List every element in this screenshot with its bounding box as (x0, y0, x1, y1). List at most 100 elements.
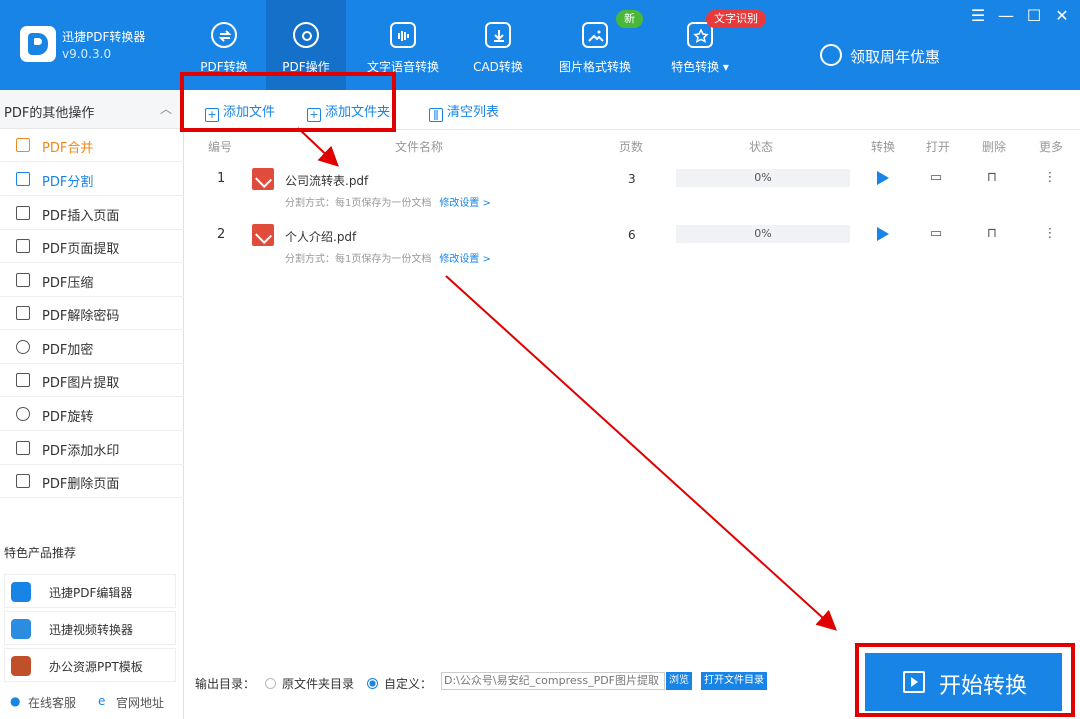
sidebar-header[interactable]: PDF的其他操作 ︿ (0, 90, 184, 129)
minimize-icon[interactable]: — (994, 6, 1018, 26)
header-convert: 转换 (871, 140, 896, 154)
convert-icon (211, 22, 237, 48)
browser-icon: e (98, 694, 106, 708)
sidebar-item-delete-page[interactable]: PDF删除页面 (0, 465, 184, 498)
play-icon (903, 671, 925, 693)
output-path-field[interactable]: D:\公众号\易安纪_compress_PDF图片提取 (441, 672, 665, 690)
insert-page-icon (16, 206, 30, 220)
original-folder-label: 原文件夹目录 (282, 677, 355, 691)
sidebar-item-rotate[interactable]: PDF旋转 (0, 398, 184, 431)
table-row[interactable]: 1 公司流转表.pdf 分割方式：每1页保存为一份文档 修改设置 > 3 0% ▭… (185, 168, 1080, 224)
trash-icon[interactable]: ⊓ (985, 171, 999, 185)
rotate-icon (16, 407, 30, 421)
sidebar-item-label: PDF压缩 (42, 276, 94, 291)
start-convert-button[interactable]: 开始转换 (865, 653, 1062, 711)
sidebar-item-label: PDF旋转 (42, 410, 94, 425)
clear-list-button[interactable]: ǁ 清空列表 (429, 101, 499, 122)
featured-label: 迅捷PDF编辑器 (49, 586, 133, 600)
cad-icon (485, 22, 511, 48)
modify-settings-link[interactable]: 修改设置 > (439, 198, 491, 209)
modify-settings-link[interactable]: 修改设置 > (439, 254, 491, 265)
watermark-icon (16, 441, 30, 455)
page-count: 6 (628, 228, 636, 242)
header-open: 打开 (926, 140, 951, 154)
status-progress: 0% (676, 225, 850, 243)
delete-page-icon (16, 474, 30, 488)
nav-label: CAD转换 (473, 60, 523, 74)
radio-original[interactable] (265, 678, 276, 689)
folder-open-icon[interactable]: ▭ (929, 227, 943, 241)
sidebar-item-label: PDF添加水印 (42, 444, 120, 459)
row-number: 2 (217, 227, 226, 242)
original-folder-option[interactable]: 原文件夹目录 (265, 675, 354, 692)
open-directory-button[interactable]: 打开文件目录 (701, 672, 767, 690)
output-directory-bar: 输出目录： 原文件夹目录 自定义： D:\公众号\易安纪_compress_PD… (185, 662, 845, 702)
app-name: 迅捷PDF转换器 (62, 30, 146, 44)
app-window: { "app": {"name": "迅捷PDF转换器", "version":… (0, 0, 1080, 719)
menu-icon[interactable]: ☰ (966, 6, 990, 26)
browse-button[interactable]: 浏览 (666, 672, 692, 690)
service-icon: ● (10, 694, 21, 708)
compress-icon (16, 273, 30, 287)
ocr-badge[interactable]: 文字识别 (706, 10, 766, 28)
header-filename: 文件名称 (395, 140, 444, 154)
maximize-icon[interactable]: ☐ (1022, 6, 1046, 26)
sidebar-item-label: PDF页面提取 (42, 242, 120, 257)
website-link[interactable]: 官网地址 (116, 694, 164, 711)
image-icon (582, 22, 608, 48)
sidebar-item-split[interactable]: PDF分割 (0, 163, 184, 196)
header-more: 更多 (1039, 140, 1064, 154)
custom-folder-label: 自定义： (384, 677, 433, 691)
table-row[interactable]: 2 个人介绍.pdf 分割方式：每1页保存为一份文档 修改设置 > 6 0% ▭ … (185, 224, 1080, 280)
featured-pdf-editor[interactable]: 迅捷PDF编辑器 (4, 574, 176, 608)
table-header: 编号 文件名称 页数 状态 转换 打开 删除 更多 (185, 130, 1080, 162)
file-name: 公司流转表.pdf (285, 174, 369, 188)
online-service-link[interactable]: 在线客服 (28, 694, 76, 711)
trash-icon[interactable]: ⊓ (985, 227, 999, 241)
play-icon[interactable] (877, 171, 889, 185)
sidebar-footer: ● 在线客服 e 官网地址 (0, 690, 184, 719)
promo-link[interactable]: 领取周年优惠 (850, 46, 940, 67)
sidebar-item-label: PDF分割 (42, 175, 94, 190)
split-method-text: 分割方式：每1页保存为一份文档 (285, 198, 432, 209)
radio-custom[interactable] (367, 678, 378, 689)
featured-ppt-templates[interactable]: 办公资源PPT模板 (4, 648, 176, 682)
sidebar-item-unlock[interactable]: PDF解除密码 (0, 297, 184, 330)
sidebar-item-compress[interactable]: PDF压缩 (0, 264, 184, 297)
file-name: 个人介绍.pdf (285, 230, 357, 244)
featured-video-converter[interactable]: 迅捷视频转换器 (4, 611, 176, 645)
close-icon[interactable]: ✕ (1050, 6, 1074, 26)
extract-page-icon (16, 239, 30, 253)
sidebar-item-image-extract[interactable]: PDF图片提取 (0, 364, 184, 397)
sidebar-item-insert[interactable]: PDF插入页面 (0, 197, 184, 230)
folder-open-icon[interactable]: ▭ (929, 171, 943, 185)
header-pages: 页数 (619, 140, 644, 154)
sidebar: PDF的其他操作 ︿ PDF合并 PDF分割 PDF插入页面 PDF页面提取 P… (0, 90, 184, 719)
trash-icon: ǁ (429, 108, 443, 122)
chevron-up-icon: ︿ (160, 102, 173, 116)
status-progress: 0% (676, 169, 850, 187)
nav-cad-convert[interactable]: CAD转换 (466, 0, 530, 90)
nav-label: 特色转换 ▾ (671, 60, 729, 74)
more-icon[interactable]: ⋮ (1043, 171, 1057, 185)
featured-label: 办公资源PPT模板 (49, 660, 143, 674)
sidebar-item-encrypt[interactable]: PDF加密 (0, 331, 184, 364)
ppt-template-icon (11, 656, 31, 676)
pdf-editor-icon (11, 582, 31, 602)
split-method: 分割方式：每1页保存为一份文档 修改设置 > (285, 194, 491, 209)
waveform-icon (390, 22, 416, 48)
sidebar-item-watermark[interactable]: PDF添加水印 (0, 432, 184, 465)
nav-label: 图片格式转换 (558, 60, 631, 74)
custom-folder-option[interactable]: 自定义： (367, 675, 432, 692)
split-method: 分割方式：每1页保存为一份文档 修改设置 > (285, 250, 491, 265)
header-no: 编号 (208, 140, 233, 154)
toolbar-highlight (180, 72, 396, 132)
split-icon (16, 172, 30, 186)
play-icon[interactable] (877, 227, 889, 241)
header-status: 状态 (749, 140, 774, 154)
sidebar-item-merge[interactable]: PDF合并 (0, 129, 184, 162)
sidebar-item-extract[interactable]: PDF页面提取 (0, 230, 184, 263)
gear-icon (293, 22, 319, 48)
more-icon[interactable]: ⋮ (1043, 227, 1057, 241)
sidebar-item-label: PDF删除页面 (42, 477, 120, 492)
